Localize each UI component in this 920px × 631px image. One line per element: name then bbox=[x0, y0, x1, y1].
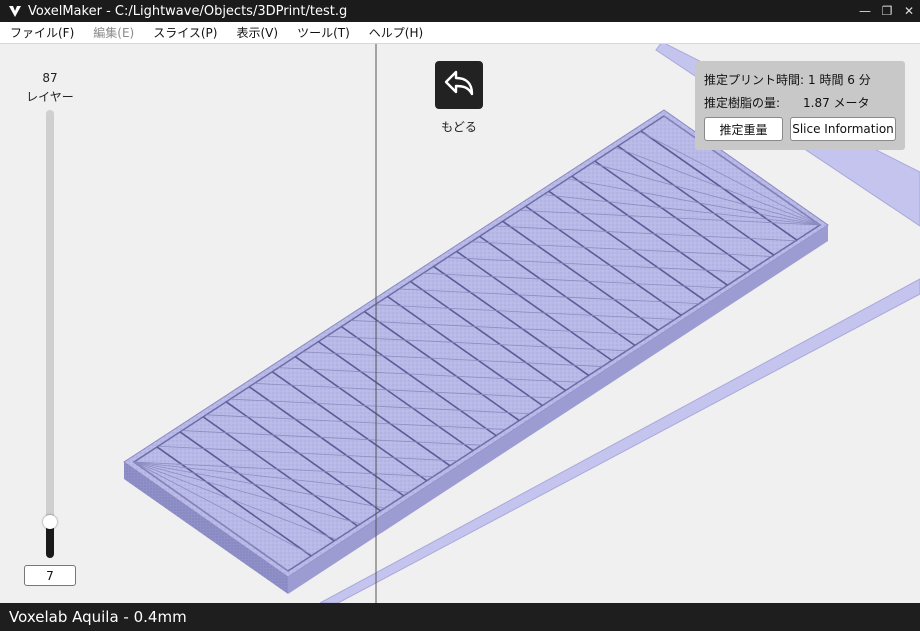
restore-button[interactable]: ❐ bbox=[876, 0, 898, 22]
3d-viewport[interactable]: 87 レイヤー もどる 推定プリント時間: 1 時間 6 分 推定樹脂の量: 1… bbox=[0, 44, 920, 603]
menu-tools[interactable]: ツール(T) bbox=[287, 24, 359, 41]
menu-file[interactable]: ファイル(F) bbox=[0, 24, 83, 41]
window-title: VoxelMaker - C:/Lightwave/Objects/3DPrin… bbox=[28, 3, 348, 19]
print-time-label: 推定プリント時間: bbox=[704, 73, 805, 87]
printer-profile: Voxelab Aquila - 0.4mm bbox=[9, 608, 187, 626]
status-bar: Voxelab Aquila - 0.4mm bbox=[0, 603, 920, 631]
layer-total: 87 bbox=[42, 71, 58, 85]
minimize-button[interactable]: — bbox=[854, 0, 876, 22]
resin-amount-label: 推定樹脂の量: bbox=[704, 96, 781, 110]
menu-edit[interactable]: 編集(E) bbox=[83, 24, 143, 41]
resin-amount-row: 推定樹脂の量: 1.87 メータ bbox=[704, 94, 870, 111]
layer-panel: 87 レイヤー bbox=[0, 44, 100, 603]
resin-amount-value: 1.87 メータ bbox=[803, 96, 870, 110]
slice-information-button[interactable]: Slice Information bbox=[790, 117, 896, 141]
print-time-row: 推定プリント時間: 1 時間 6 分 bbox=[704, 71, 871, 88]
layer-label: レイヤー bbox=[26, 90, 74, 104]
layer-slider-thumb[interactable] bbox=[43, 515, 57, 530]
menu-view[interactable]: 表示(V) bbox=[226, 24, 287, 41]
layer-number-input[interactable] bbox=[24, 565, 76, 586]
print-time-value: 1 時間 6 分 bbox=[808, 73, 871, 87]
back-label: もどる bbox=[441, 120, 477, 134]
app-logo-icon bbox=[9, 6, 21, 17]
slice-info-panel: 推定プリント時間: 1 時間 6 分 推定樹脂の量: 1.87 メータ 推定重量… bbox=[695, 61, 905, 150]
layer-slider-track[interactable] bbox=[46, 110, 54, 558]
back-arrow-icon bbox=[444, 70, 474, 96]
back-button[interactable] bbox=[435, 61, 483, 109]
menu-bar: ファイル(F) 編集(E) スライス(P) 表示(V) ツール(T) ヘルプ(H… bbox=[0, 22, 920, 44]
menu-slice[interactable]: スライス(P) bbox=[143, 24, 226, 41]
close-button[interactable]: ✕ bbox=[898, 0, 920, 22]
title-bar: VoxelMaker - C:/Lightwave/Objects/3DPrin… bbox=[0, 0, 920, 22]
menu-help[interactable]: ヘルプ(H) bbox=[359, 24, 432, 41]
estimate-weight-button[interactable]: 推定重量 bbox=[704, 117, 783, 141]
